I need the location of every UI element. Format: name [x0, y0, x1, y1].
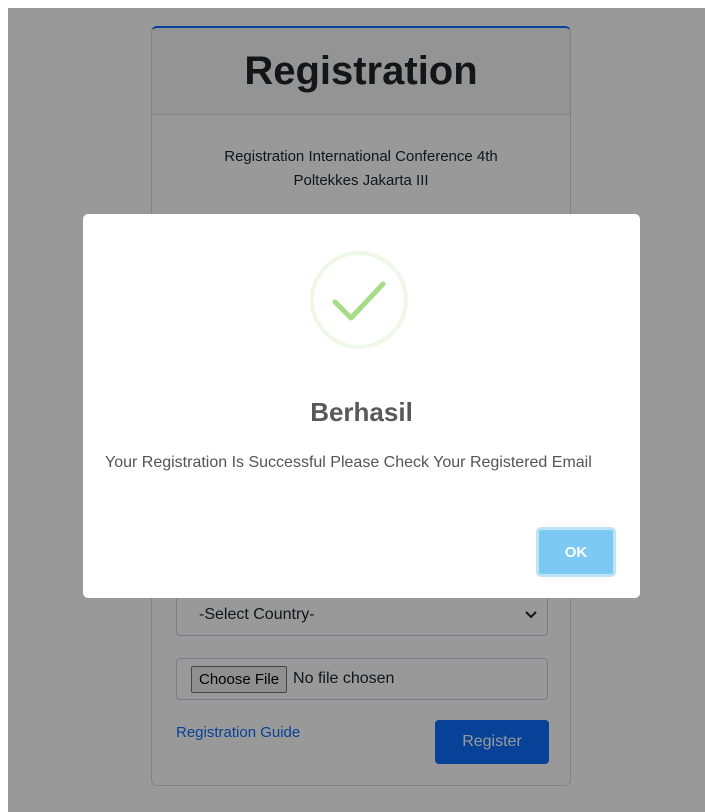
modal-title: Berhasil: [310, 397, 413, 427]
success-modal: Berhasil Your Registration Is Successful…: [83, 214, 640, 598]
check-icon: [309, 250, 409, 350]
ok-button[interactable]: OK: [536, 527, 616, 577]
modal-message: Your Registration Is Successful Please C…: [105, 454, 592, 471]
